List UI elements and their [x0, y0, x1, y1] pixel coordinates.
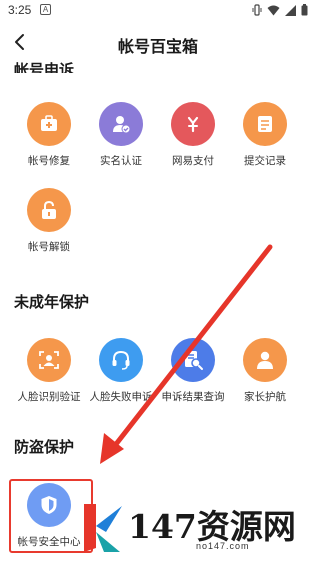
watermark-domain: no147.com — [196, 541, 250, 551]
watermark-logo-icon — [84, 504, 122, 552]
red-arrow-annotation — [100, 244, 273, 464]
